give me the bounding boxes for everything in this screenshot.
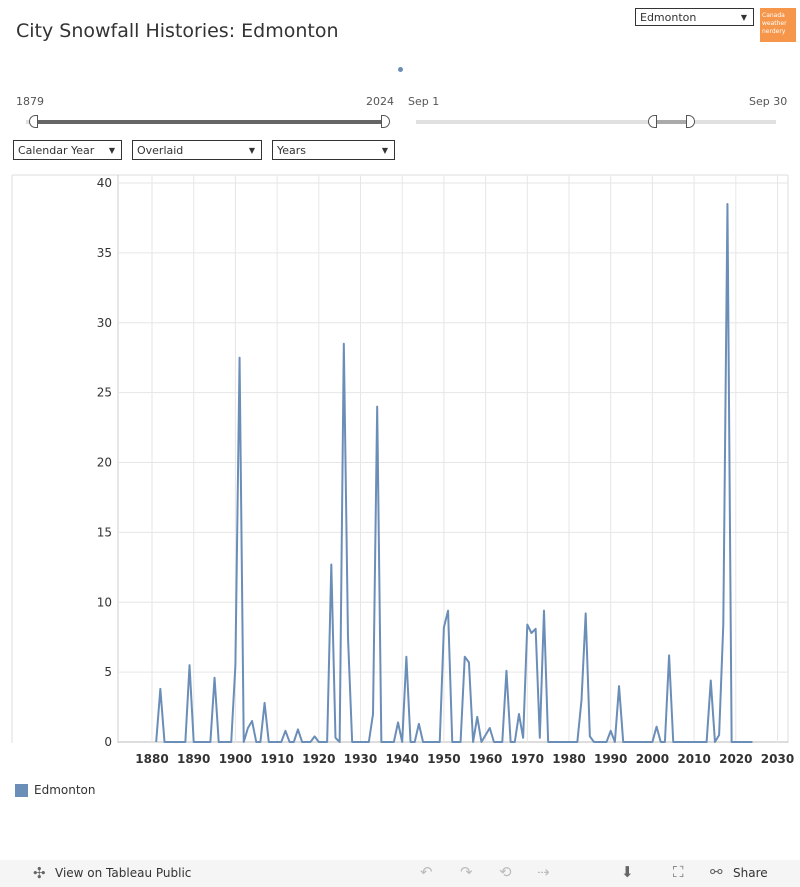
page-indicator-dot[interactable] — [398, 67, 403, 72]
x-tick-label: 1980 — [552, 752, 585, 766]
year-end-label: 2024 — [366, 95, 394, 108]
page-title: City Snowfall Histories: Edmonton — [16, 20, 339, 42]
x-tick-label: 1910 — [260, 752, 293, 766]
undo-icon[interactable]: ↶ — [420, 863, 433, 881]
y-tick-label: 5 — [104, 665, 112, 679]
x-tick-label: 1950 — [427, 752, 460, 766]
y-tick-label: 40 — [97, 176, 112, 190]
logo[interactable]: Canada weather nerdery — [760, 8, 796, 42]
series-line-edmonton[interactable] — [155, 202, 753, 743]
x-tick-label: 1940 — [385, 752, 418, 766]
mode-value: Overlaid — [137, 144, 184, 157]
date-slider-fill — [656, 120, 688, 124]
x-tick-label: 2020 — [719, 752, 752, 766]
x-tick-label: 1900 — [219, 752, 252, 766]
city-select-value: Edmonton — [640, 11, 697, 24]
year-slider-fill — [34, 120, 386, 124]
year-type-select[interactable]: Calendar Year ▼ — [13, 140, 122, 160]
y-tick-label: 20 — [97, 456, 112, 470]
y-tick-label: 10 — [97, 595, 112, 609]
download-icon[interactable]: ⬇ — [621, 863, 634, 881]
city-select[interactable]: Edmonton ▼ — [635, 8, 754, 26]
date-slider-end-handle[interactable] — [686, 115, 695, 128]
chevron-down-icon: ▼ — [108, 146, 115, 155]
x-tick-label: 1920 — [302, 752, 335, 766]
year-start-label: 1879 — [16, 95, 44, 108]
x-tick-label: 1880 — [135, 752, 168, 766]
chevron-down-icon: ▼ — [381, 146, 388, 155]
y-tick-label: 15 — [97, 525, 112, 539]
x-tick-label: 1970 — [511, 752, 544, 766]
chevron-down-icon: ▼ — [740, 13, 747, 22]
y-tick-label: 30 — [97, 316, 112, 330]
share-icon[interactable]: ⚯ — [710, 863, 723, 881]
fullscreen-icon[interactable]: ⛶ — [673, 863, 684, 881]
x-tick-label: 1990 — [594, 752, 627, 766]
year-slider-end-handle[interactable] — [381, 115, 390, 128]
x-tick-label: 2010 — [677, 752, 710, 766]
date-start-label: Sep 1 — [408, 95, 440, 108]
x-tick-label: 1930 — [344, 752, 377, 766]
year-slider-start-handle[interactable] — [29, 115, 38, 128]
legend-label[interactable]: Edmonton — [34, 783, 96, 797]
date-end-label: Sep 30 — [749, 95, 788, 108]
y-tick-label: 25 — [97, 386, 112, 400]
y-tick-label: 35 — [97, 246, 112, 260]
date-slider-start-handle[interactable] — [648, 115, 657, 128]
x-tick-label: 1960 — [469, 752, 502, 766]
mode-select[interactable]: Overlaid ▼ — [132, 140, 262, 160]
unit-select[interactable]: Years ▼ — [272, 140, 395, 160]
year-type-value: Calendar Year — [18, 144, 95, 157]
snowfall-chart: 0 5 10 15 20 25 30 35 40 1880 1890 1900 1910 1920 1930… — [11, 174, 794, 766]
view-on-tableau-link[interactable]: View on Tableau Public — [55, 866, 191, 880]
footer-toolbar: ✣ View on Tableau Public ↶ ↷ ⟲ ⇢ ⬇ ⛶ ⚯ S… — [0, 860, 800, 887]
redo-icon[interactable]: ↷ — [460, 863, 473, 881]
x-tick-label: 2030 — [761, 752, 794, 766]
tableau-logo-icon: ✣ — [33, 864, 46, 882]
share-button[interactable]: Share — [733, 866, 768, 880]
revert-icon[interactable]: ⟲ — [499, 863, 512, 881]
refresh-icon[interactable]: ⇢ — [537, 863, 550, 881]
x-tick-label: 2000 — [636, 752, 669, 766]
x-tick-label: 1890 — [177, 752, 210, 766]
date-slider-track[interactable] — [416, 120, 776, 124]
legend-swatch — [15, 784, 28, 797]
chevron-down-icon: ▼ — [248, 146, 255, 155]
unit-value: Years — [277, 144, 307, 157]
y-tick-label: 0 — [104, 735, 112, 749]
